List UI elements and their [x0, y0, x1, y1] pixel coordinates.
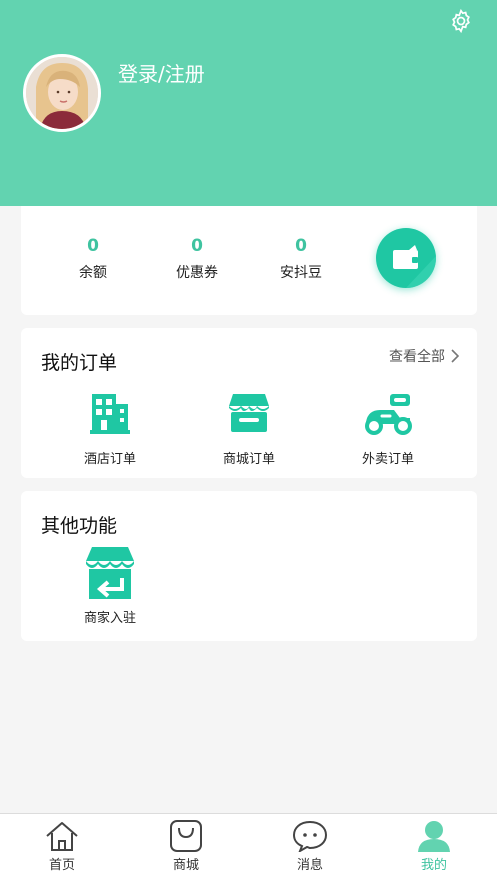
- balance-label: 余额: [79, 265, 107, 281]
- coupon-value: 0: [191, 236, 203, 256]
- merchant-join-button[interactable]: 商家入驻: [65, 545, 155, 626]
- delivery-orders-button[interactable]: 外卖订单: [343, 388, 433, 467]
- delivery-scooter-icon: [365, 394, 412, 435]
- points-label: 安抖豆: [280, 265, 322, 281]
- tab-mall[interactable]: 商城: [146, 820, 226, 873]
- tab-home-label: 首页: [48, 858, 75, 873]
- shop-store-icon: [229, 394, 269, 432]
- see-all-label: 查看全部: [389, 349, 445, 365]
- hotel-building-icon: [90, 394, 130, 434]
- delivery-orders-label: 外卖订单: [361, 452, 414, 467]
- merchant-store-icon: [86, 547, 134, 599]
- tab-messages[interactable]: 消息: [270, 820, 350, 873]
- chat-bubble-icon: [292, 820, 328, 852]
- balance-stat[interactable]: 0 余额: [48, 236, 138, 282]
- merchant-join-label: 商家入驻: [83, 611, 136, 626]
- login-register-link[interactable]: 登录/注册: [118, 58, 205, 87]
- points-value: 0: [295, 236, 307, 256]
- avatar[interactable]: [23, 54, 101, 132]
- user-icon: [418, 821, 450, 852]
- orders-card: 我的订单 查看全部 酒店订单 商城订单 外卖订单: [21, 328, 477, 478]
- bottom-tab-bar: 首页 商城 消息 我的: [0, 813, 497, 883]
- assets-card: 0 余额 0 优惠券 0 安抖豆: [21, 206, 477, 315]
- shop-orders-button[interactable]: 商城订单: [204, 388, 294, 467]
- other-functions-card: 其他功能 商家入驻: [21, 491, 477, 641]
- balance-value: 0: [87, 236, 99, 256]
- tab-home[interactable]: 首页: [22, 820, 102, 873]
- chevron-right-icon: [451, 349, 459, 363]
- gear-icon[interactable]: [448, 8, 474, 34]
- home-icon: [46, 822, 78, 851]
- profile-header: 登录/注册: [0, 0, 497, 206]
- see-all-orders-link[interactable]: 查看全部: [389, 346, 459, 366]
- shop-orders-label: 商城订单: [222, 452, 275, 467]
- tab-me-label: 我的: [420, 858, 447, 873]
- wallet-icon: [393, 245, 436, 288]
- hotel-orders-label: 酒店订单: [83, 452, 136, 467]
- wallet-button[interactable]: [376, 228, 436, 288]
- other-functions-title: 其他功能: [41, 515, 118, 537]
- coupon-label: 优惠券: [176, 265, 218, 281]
- points-stat[interactable]: 0 安抖豆: [256, 236, 346, 282]
- tab-me[interactable]: 我的: [394, 820, 474, 873]
- coupon-stat[interactable]: 0 优惠券: [152, 236, 242, 282]
- tab-mall-label: 商城: [172, 858, 199, 873]
- orders-title: 我的订单: [41, 352, 118, 374]
- hotel-orders-button[interactable]: 酒店订单: [65, 388, 155, 467]
- tab-messages-label: 消息: [296, 858, 323, 873]
- shopping-bag-icon: [170, 820, 202, 852]
